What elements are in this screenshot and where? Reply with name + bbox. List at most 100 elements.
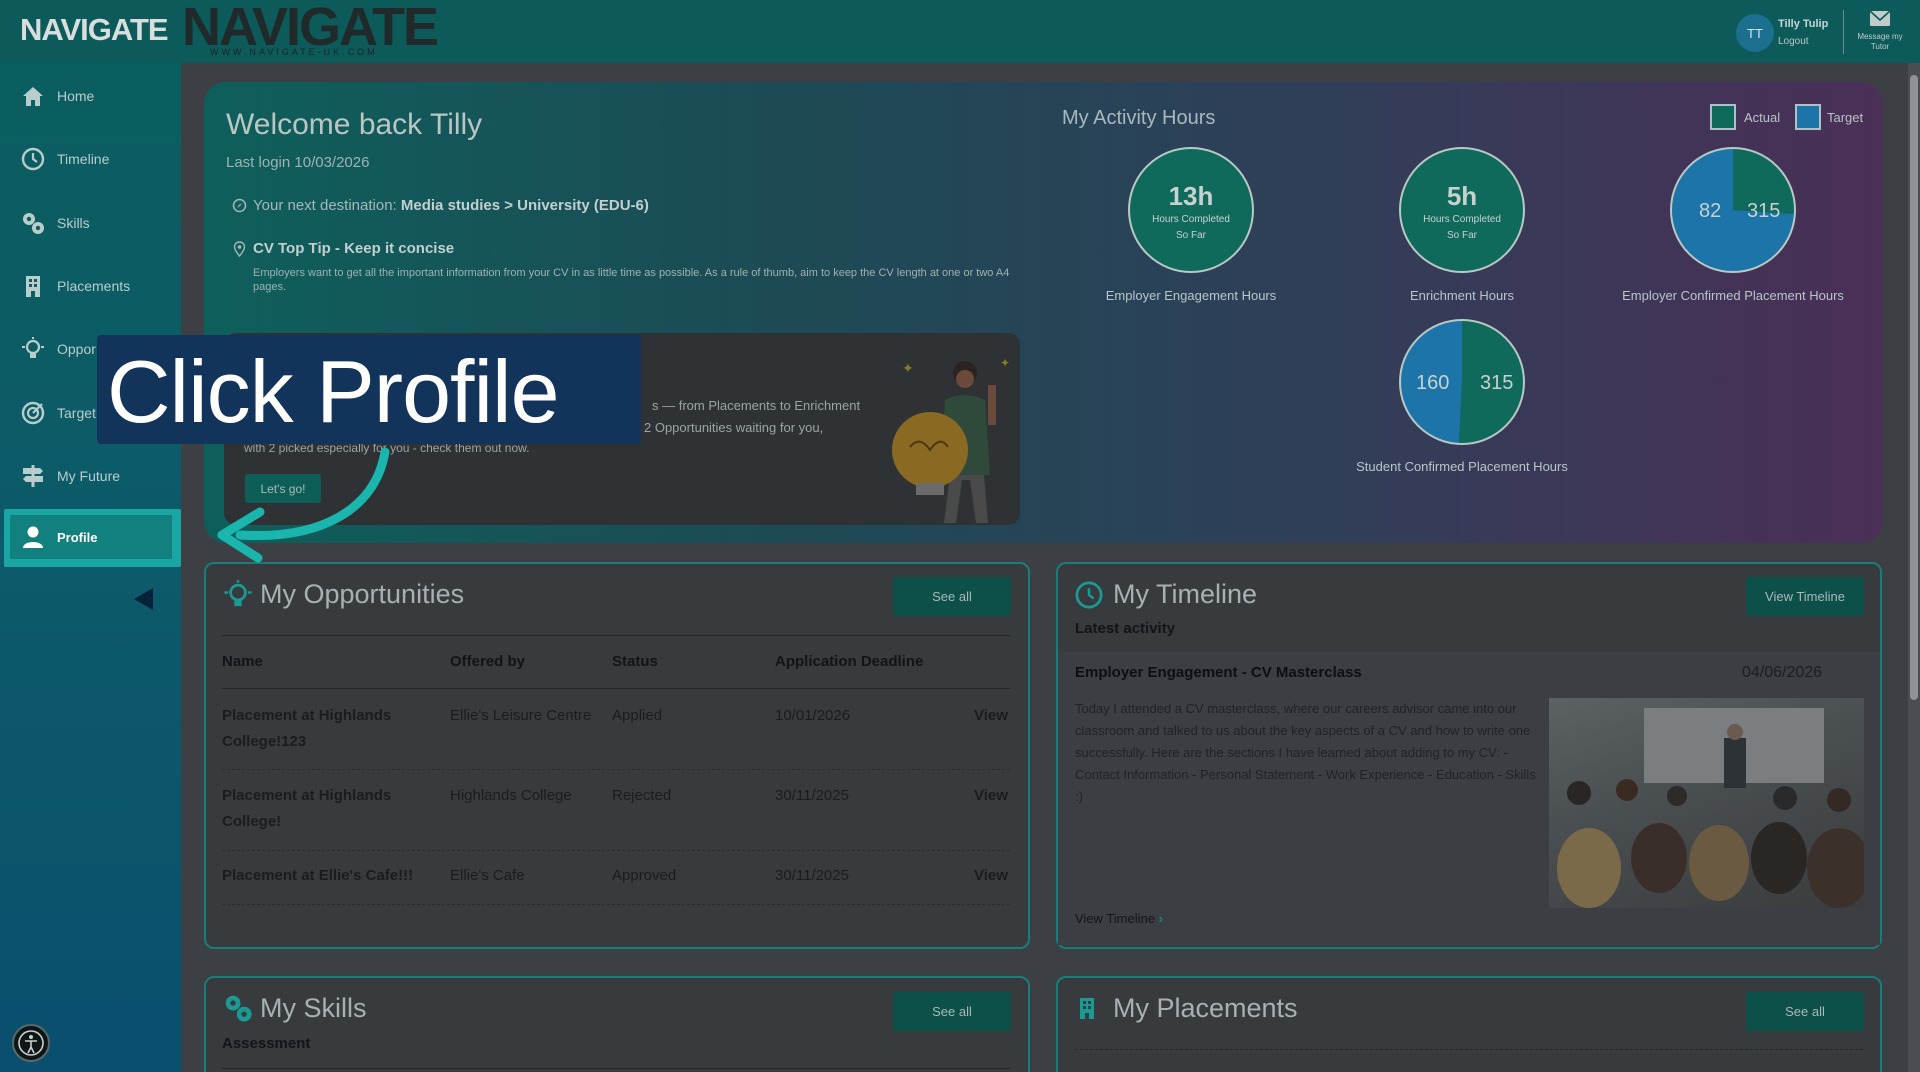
employer-engagement-value: 13h [1168, 181, 1214, 211]
legend-actual-label: Actual [1744, 110, 1781, 125]
lightbulb-icon [224, 580, 252, 607]
employer-confirmed-pie: 82 315 [1670, 147, 1796, 273]
table-header-top-line [222, 635, 1010, 636]
cv-tip-text: Employers want to get all the important … [253, 267, 1010, 293]
callout-text: Click Profile [107, 342, 560, 441]
gears-icon [23, 213, 44, 234]
scrollbar-thumb[interactable] [1910, 75, 1918, 700]
sidebar-item-label: My Future [57, 468, 121, 484]
next-destination-value: Media studies > University (EDU-6) [400, 197, 649, 214]
callout-arrow-icon [217, 447, 390, 563]
building-icon [1080, 998, 1094, 1019]
skills-divider [222, 1068, 1010, 1069]
sidebar-item-label: Oppor [57, 341, 96, 357]
legend-actual-swatch [1710, 104, 1736, 130]
view-timeline-button[interactable]: View Timeline [1746, 577, 1864, 616]
location-pin-icon [233, 241, 246, 257]
skills-title: My Skills [260, 993, 367, 1023]
sidebar-item-label: Target [57, 405, 96, 421]
activity-hours-title: My Activity Hours [1062, 107, 1216, 129]
row-view-link[interactable]: View [974, 863, 1008, 889]
cv-tip-title: CV Top Tip - Keep it concise [253, 240, 455, 257]
enrichment-sub1: Hours Completed [1423, 214, 1501, 225]
timeline-entry-title[interactable]: Employer Engagement - CV Masterclass [1075, 664, 1362, 681]
legend-target-swatch [1795, 104, 1821, 130]
student-confirmed-label: Student Confirmed Placement Hours [1356, 459, 1568, 474]
compass-icon [232, 198, 247, 213]
user-avatar[interactable]: TT [1736, 14, 1774, 52]
timeline-title: My Timeline [1113, 579, 1258, 609]
sidebar-item-label: Skills [57, 215, 90, 231]
sidebar-item-my-future[interactable]: My Future [0, 453, 181, 499]
enrichment-sub2: So Far [1446, 230, 1477, 241]
lightbulb-icon [22, 337, 44, 358]
person-lightbulb-illustration: ✦ ✦ [892, 356, 1010, 523]
sidebar-item-home[interactable]: Home [0, 73, 181, 119]
opportunities-title: My Opportunities [260, 579, 465, 609]
row-divider [222, 904, 1010, 905]
row-offered-by: Highlands College [450, 787, 572, 804]
employer-engagement-label: Employer Engagement Hours [1105, 288, 1277, 303]
timeline-view-link-label: View Timeline [1075, 911, 1155, 926]
user-icon [23, 526, 43, 548]
sidebar-item-label: Profile [57, 530, 98, 545]
svg-text:✦: ✦ [1000, 356, 1010, 370]
logout-link[interactable]: Logout [1778, 36, 1809, 47]
last-login: Last login 10/03/2026 [226, 154, 370, 171]
row-deadline: 30/11/2025 [775, 787, 849, 804]
enrichment-circle: 5h Hours Completed So Far [1399, 147, 1525, 273]
column-header-offered-by: Offered by [450, 653, 526, 670]
employer-confirmed-label: Employer Confirmed Placement Hours [1622, 288, 1844, 303]
welcome-title: Welcome back Tilly [226, 108, 483, 141]
home-icon [23, 87, 43, 106]
row-view-link[interactable]: View [974, 703, 1008, 729]
svg-text:✦: ✦ [902, 361, 914, 377]
pie-actual-label: 82 [1699, 200, 1721, 222]
timeline-subtitle: Latest activity [1075, 620, 1176, 637]
placements-divider [1075, 1049, 1863, 1050]
clock-icon [21, 147, 45, 171]
timeline-view-link[interactable]: View Timeline › [1075, 911, 1163, 926]
app-logo-small[interactable]: NAVIGATE [20, 12, 169, 48]
skills-see-all-button[interactable]: See all [893, 992, 1011, 1031]
sidebar-item-timeline[interactable]: Timeline [0, 136, 181, 182]
row-offered-by: Ellie's Leisure Centre [450, 707, 592, 724]
row-name: Placement at Highlands College! [222, 787, 392, 830]
legend-target-label: Target [1827, 110, 1864, 125]
top-bar: NAVIGATE NAVIGATE WWW.NAVIGATE-UK.COM TT… [0, 0, 1920, 63]
building-icon [26, 276, 40, 297]
pie-target-label: 315 [1747, 200, 1780, 222]
sidebar-item-label: Home [57, 88, 95, 104]
sidebar-item-skills[interactable]: Skills [0, 200, 181, 246]
accessibility-icon[interactable] [12, 1024, 50, 1062]
sidebar-collapse-icon[interactable] [134, 588, 153, 610]
row-offered-by: Ellie's Cafe [450, 867, 525, 884]
student-confirmed-pie: 160 315 [1399, 319, 1525, 445]
sidebar-item-placements[interactable]: Placements [0, 263, 181, 309]
timeline-entry-photo[interactable] [1549, 698, 1864, 908]
message-tutor-label[interactable]: Message my Tutor [1857, 32, 1903, 52]
table-header-bottom-line [222, 688, 1010, 689]
envelope-icon[interactable] [1869, 10, 1891, 27]
row-view-link[interactable]: View [974, 783, 1008, 809]
opportunities-card [204, 562, 1030, 949]
column-header-name: Name [222, 653, 263, 670]
timeline-entry-date: 04/06/2026 [1742, 664, 1823, 681]
signpost-icon [23, 465, 43, 487]
row-status: Applied [612, 707, 663, 724]
row-status: Rejected [612, 787, 672, 804]
row-deadline: 10/01/2026 [775, 707, 851, 724]
chevron-right-icon: › [1158, 911, 1163, 926]
row-name: Placement at Highlands College!123 [222, 707, 392, 750]
sidebar-item-label: Placements [57, 278, 131, 294]
sidebar-item-label: Timeline [57, 151, 110, 167]
next-destination: Your next destination: Media studies > U… [253, 197, 649, 214]
tutorial-callout: Click Profile [97, 335, 641, 444]
row-divider [222, 769, 1010, 770]
opportunities-see-all-button[interactable]: See all [893, 577, 1011, 616]
row-name: Placement at Ellie's Cafe!!! [222, 867, 414, 884]
sidebar-item-profile[interactable]: Profile [4, 509, 181, 567]
placements-see-all-button[interactable]: See all [1746, 992, 1864, 1031]
employer-engagement-sub1: Hours Completed [1152, 214, 1230, 225]
clock-icon [1075, 581, 1103, 609]
